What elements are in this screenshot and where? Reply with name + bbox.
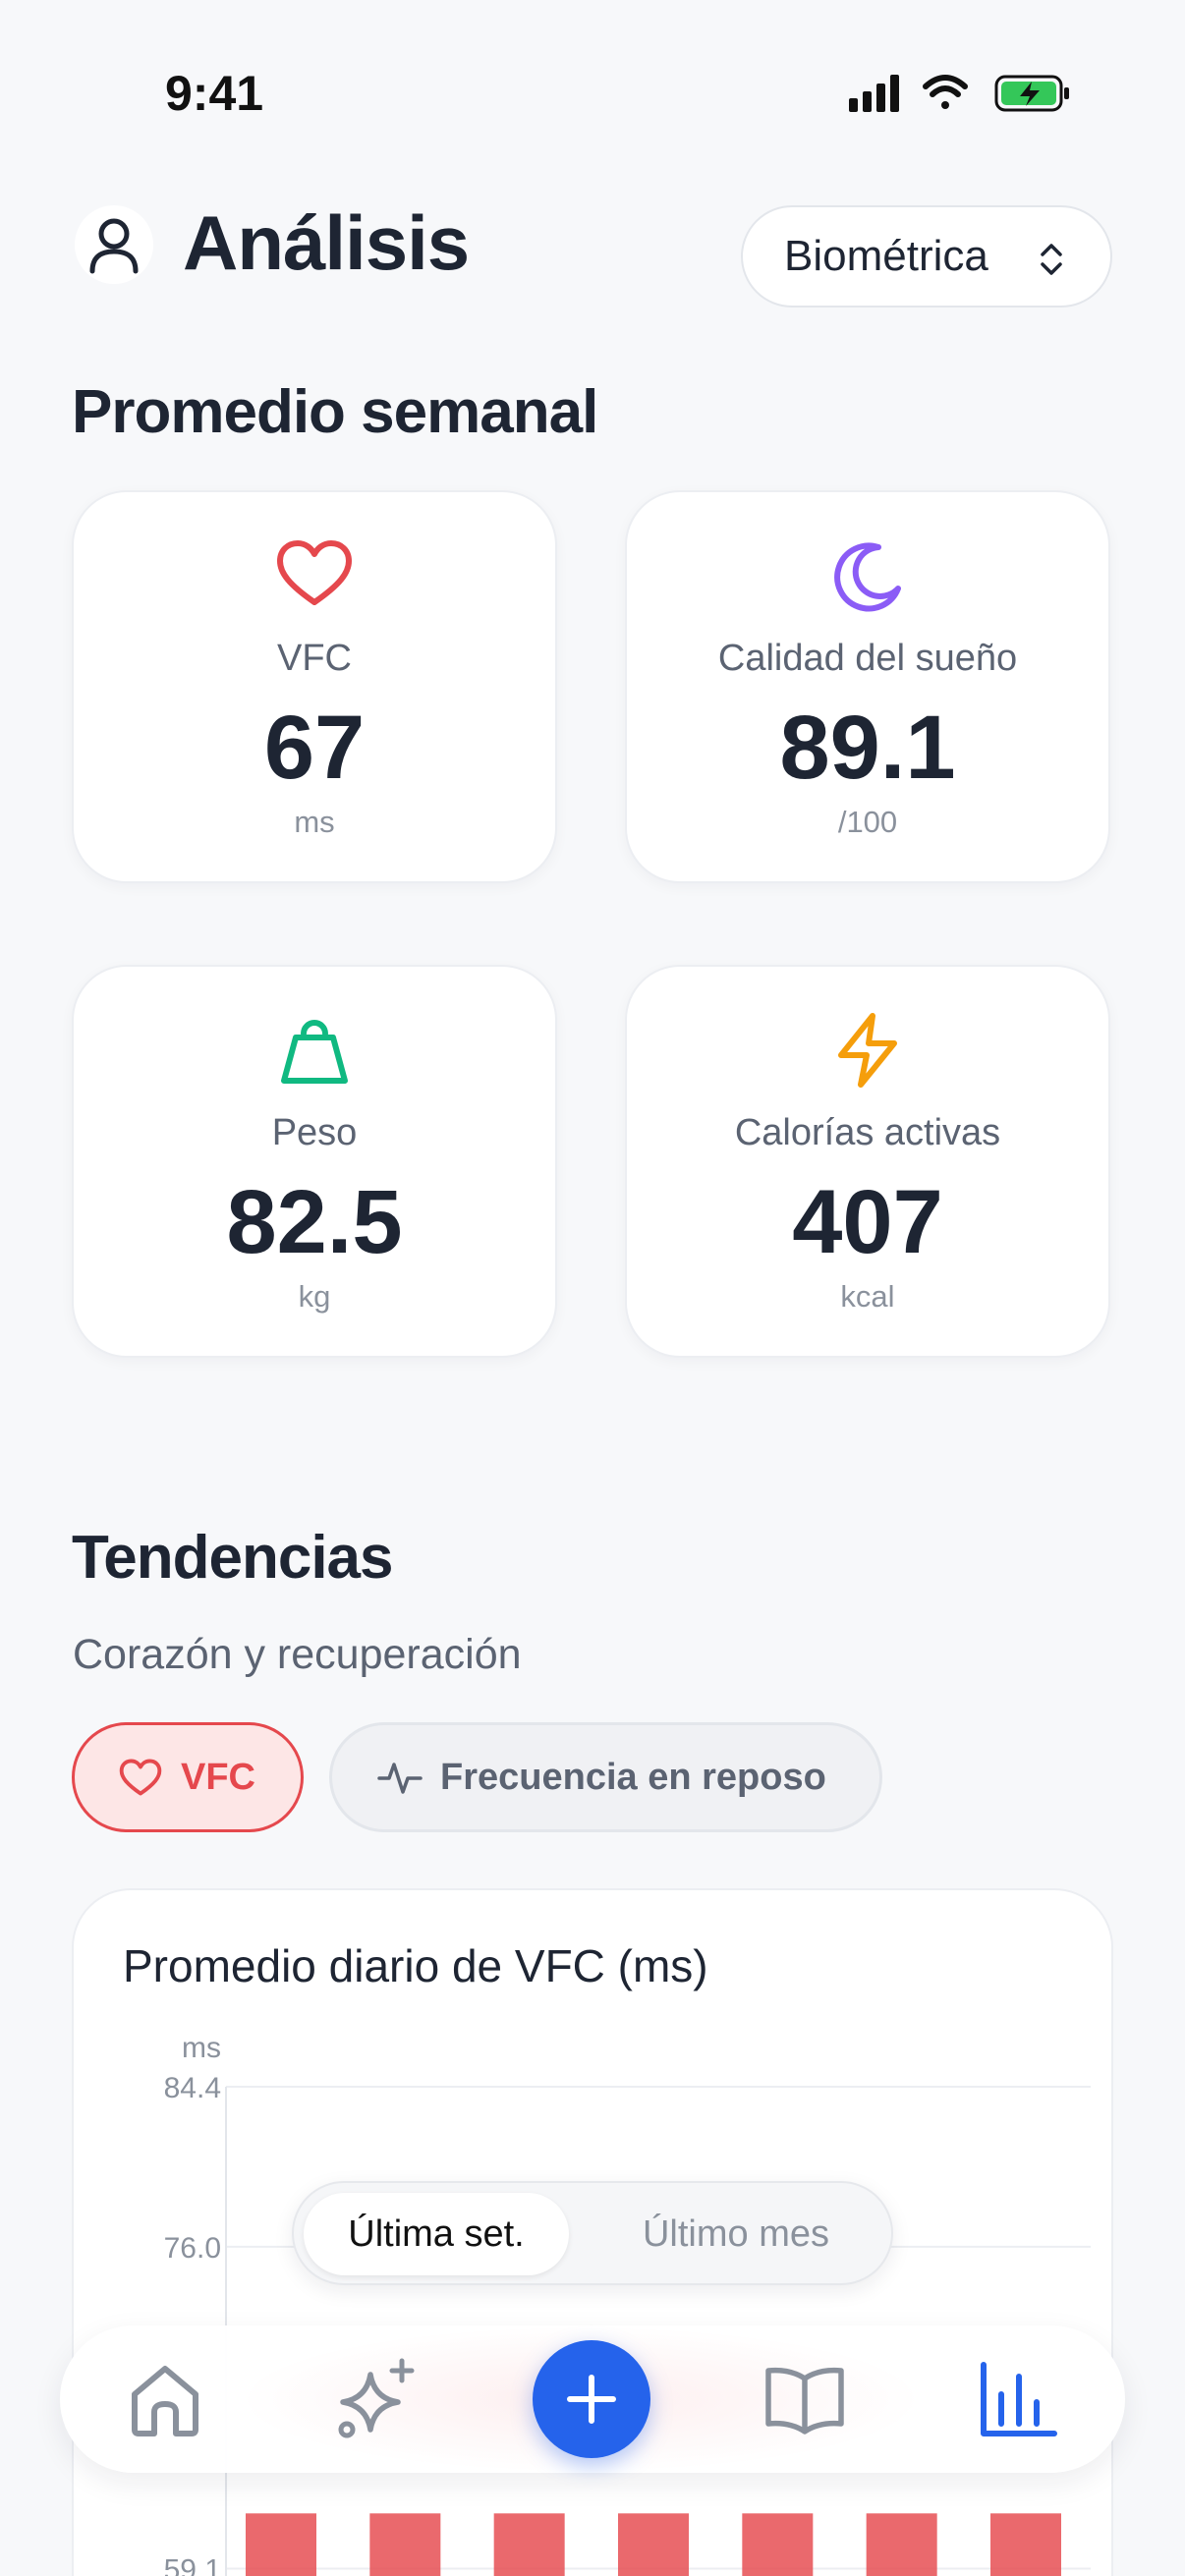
book-icon[interactable] (761, 2355, 849, 2443)
y-tick-label: 76.0 (164, 2232, 221, 2265)
stat-unit: ms (294, 805, 335, 839)
stat-label: VFC (277, 638, 352, 679)
weight-icon (281, 1020, 348, 1084)
bar (866, 2513, 937, 2576)
bar (493, 2513, 565, 2576)
stat-unit: kcal (840, 1279, 895, 1314)
stat-label: Calorías activas (734, 1112, 1001, 1153)
status-bar: 9:41 (0, 0, 1185, 187)
heart-icon (119, 1759, 162, 1796)
chip-label: VFC (181, 1756, 255, 1798)
bar (990, 2513, 1061, 2576)
bar (618, 2513, 689, 2576)
weekly-section-title: Promedio semanal (72, 378, 598, 446)
trends-subtitle: Corazón y recuperación (73, 1631, 522, 1678)
stat-card-sleep[interactable]: Calidad del sueño 89.1 /100 (625, 490, 1110, 883)
chip-hrv[interactable]: VFC (72, 1722, 304, 1832)
stat-label: Peso (271, 1112, 358, 1153)
stat-value: 407 (792, 1172, 943, 1272)
stat-unit: /100 (837, 805, 898, 839)
bar (369, 2513, 441, 2576)
profile-icon[interactable] (75, 200, 153, 289)
stat-card-hrv[interactable]: VFC 67 ms (72, 490, 557, 883)
stat-unit: kg (298, 1279, 331, 1314)
status-time: 9:41 (165, 66, 264, 121)
trends-section-title: Tendencias (72, 1524, 394, 1592)
add-button[interactable] (533, 2340, 650, 2458)
y-tick-label: 59.1 (164, 2554, 221, 2576)
page-title: Análisis (183, 199, 470, 286)
stat-card-weight[interactable]: Peso 82.5 kg (72, 965, 557, 1358)
bolt-icon (838, 1013, 897, 1088)
chevron-updown-icon (1041, 244, 1062, 275)
home-icon[interactable] (121, 2355, 209, 2443)
filter-dropdown[interactable]: Biométrica (741, 205, 1112, 308)
battery-icon (994, 75, 1069, 112)
sparkle-icon[interactable] (333, 2355, 422, 2443)
chip-resting-heart-rate[interactable]: Frecuencia en reposo (329, 1722, 882, 1832)
y-tick-label: 84.4 (164, 2072, 221, 2104)
moon-icon (834, 542, 901, 612)
stat-label: Calidad del sueño (717, 638, 1018, 679)
bar (742, 2513, 814, 2576)
bar (246, 2513, 316, 2576)
stat-value: 67 (263, 698, 366, 798)
chip-label: Frecuencia en reposo (440, 1756, 826, 1798)
add-icon (567, 2375, 616, 2424)
range-option-last-week[interactable]: Última set. (304, 2193, 569, 2275)
chart-icon[interactable] (974, 2355, 1062, 2443)
stat-value: 82.5 (226, 1172, 403, 1272)
y-axis-unit: ms (182, 2032, 221, 2064)
range-option-last-month[interactable]: Último mes (589, 2193, 883, 2275)
heart-icon (277, 540, 352, 605)
filter-label: Biométrica (784, 232, 988, 280)
stat-card-calories[interactable]: Calorías activas 407 kcal (625, 965, 1110, 1358)
tab-bar (60, 2325, 1125, 2473)
wifi-icon (923, 75, 968, 109)
status-icons (849, 75, 1069, 112)
range-toggle[interactable]: Última set. Último mes (292, 2181, 893, 2285)
stat-value: 89.1 (779, 698, 956, 798)
pulse-icon (377, 1763, 423, 1794)
signal-icon (849, 75, 899, 112)
